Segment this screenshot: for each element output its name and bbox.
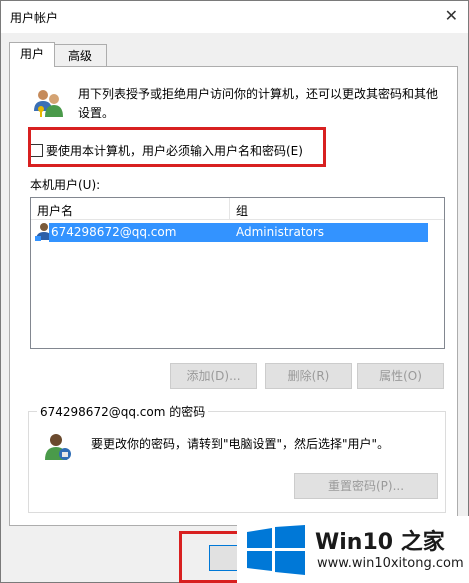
title-bar: 用户帐户 ✕	[1, 1, 468, 33]
watermark-title: Win10 之家	[315, 530, 445, 555]
add-button[interactable]: 添加(D)...	[170, 363, 257, 389]
users-icon	[34, 90, 63, 117]
row-group: Administrators	[236, 225, 325, 239]
window-title: 用户帐户	[10, 11, 59, 25]
remove-button[interactable]: 删除(R)	[265, 363, 352, 389]
watermark-url: www.win10xitong.com	[317, 556, 464, 571]
password-instruction-text: 要更改你的密码，请转到"电脑设置"，然后选择"用户"。	[91, 437, 390, 451]
column-username[interactable]: 用户名	[37, 202, 73, 219]
user-accounts-dialog: 用户帐户 ✕ 用户 高级 用下列表授予或拒绝用户访问你的计算机，还可以更改其密码…	[0, 0, 469, 583]
tab-advanced-label: 高级	[67, 49, 92, 63]
table-row[interactable]: 674298672@qq.com Administrators	[49, 223, 428, 242]
column-divider	[229, 198, 230, 219]
watermark: Win10 之家 www.win10xitong.com	[237, 516, 469, 583]
properties-button[interactable]: 属性(O)	[357, 363, 444, 389]
tab-users[interactable]: 用户	[9, 42, 55, 67]
local-users-label: 本机用户(U):	[30, 178, 101, 192]
tab-users-label: 用户	[19, 47, 44, 61]
column-group[interactable]: 组	[236, 202, 248, 219]
users-tab-panel: 用下列表授予或拒绝用户访问你的计算机，还可以更改其密码和其他设置。 要使用本计算…	[9, 66, 458, 526]
users-list[interactable]: 用户名 组 674298672@qq.com Administrators	[30, 197, 445, 349]
reset-password-button[interactable]: 重置密码(P)...	[294, 473, 438, 499]
list-header: 用户名 组	[31, 198, 444, 220]
user-icon	[45, 434, 71, 460]
row-username: 674298672@qq.com	[51, 225, 177, 239]
password-group-legend: 674298672@qq.com 的密码	[37, 403, 209, 420]
description-text: 用下列表授予或拒绝用户访问你的计算机，还可以更改其密码和其他设置。	[78, 87, 439, 120]
password-group: 674298672@qq.com 的密码 要更改你的密码，请转到"电脑设置"，然…	[28, 403, 446, 513]
windows-logo-icon	[247, 525, 305, 575]
highlight-box-checkbox	[28, 127, 326, 167]
tab-advanced[interactable]: 高级	[53, 44, 107, 67]
close-icon[interactable]: ✕	[445, 6, 458, 25]
